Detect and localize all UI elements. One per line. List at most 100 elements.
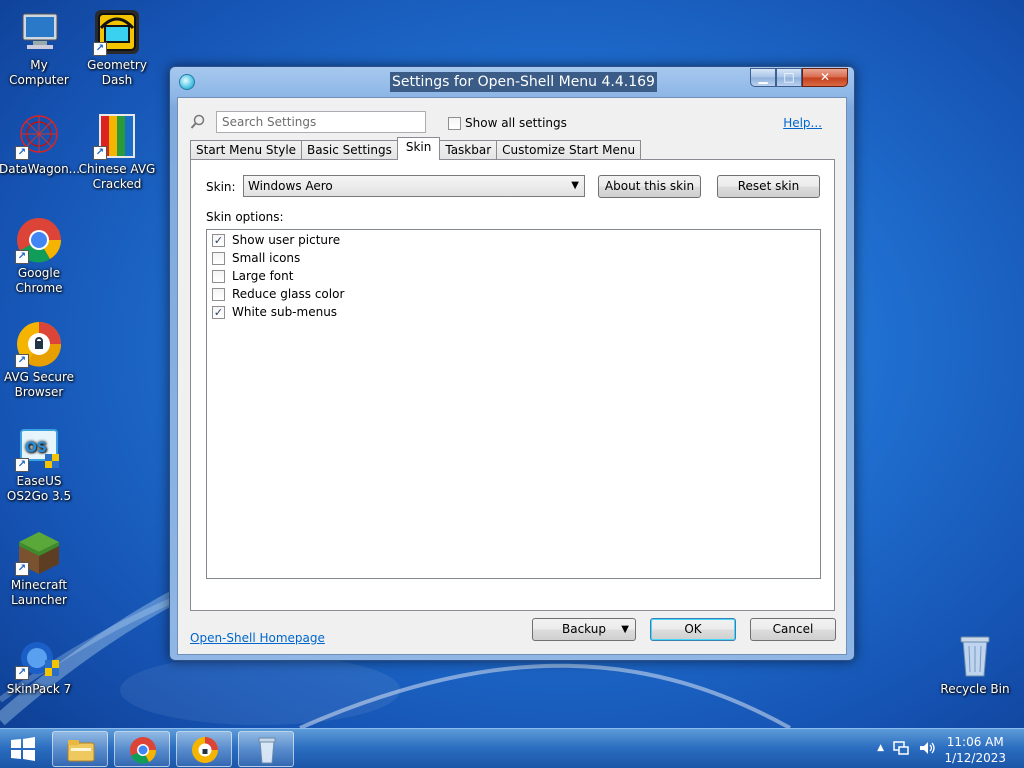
option-label: Show user picture: [232, 233, 341, 247]
maximize-button[interactable]: □: [776, 68, 802, 87]
shortcut-arrow-icon: ↗: [15, 354, 29, 368]
skin-dropdown[interactable]: Windows Aero ▼: [243, 175, 585, 197]
option-show-user-picture[interactable]: ✓ Show user picture: [212, 233, 340, 247]
reset-skin-button[interactable]: Reset skin: [717, 175, 820, 198]
option-label: Small icons: [232, 251, 301, 265]
avg-browser-icon: ↗: [15, 320, 63, 368]
desktop-icon-recycle-bin[interactable]: Recycle Bin: [935, 632, 1015, 697]
shortcut-arrow-icon: ↗: [93, 42, 107, 56]
volume-icon[interactable]: [918, 739, 936, 757]
tab-skin[interactable]: Skin: [396, 137, 441, 160]
skin-options-list: ✓ Show user picture Small icons Large fo…: [206, 229, 821, 579]
checkbox-checked[interactable]: ✓: [212, 305, 225, 319]
windows-start-icon[interactable]: [10, 737, 36, 761]
desktop-icon-label: Geometry Dash: [87, 58, 147, 87]
about-skin-button[interactable]: About this skin: [598, 175, 701, 198]
folder-icon: [67, 740, 95, 762]
close-button[interactable]: ✕: [802, 68, 848, 87]
minecraft-icon: ↗: [15, 528, 63, 576]
clock-date: 1/12/2023: [944, 751, 1006, 765]
chrome-icon: [130, 737, 157, 764]
option-small-icons[interactable]: Small icons: [212, 251, 300, 265]
desktop-icon-datawagon[interactable]: ↗ DataWagon...: [0, 112, 81, 177]
recycle-bin-icon: [951, 632, 999, 680]
shortcut-arrow-icon: ↗: [15, 562, 29, 576]
recycle-bin-icon: [258, 737, 276, 764]
datawagon-icon: ↗: [15, 112, 63, 160]
desktop-icon-my-computer[interactable]: My Computer: [0, 8, 79, 88]
show-hidden-icons-icon[interactable]: ▲: [877, 739, 884, 757]
search-input[interactable]: [216, 111, 426, 133]
tab-customize-start-menu[interactable]: Customize Start Menu: [496, 140, 642, 160]
desktop-icon-avg-secure-browser[interactable]: ↗ AVG Secure Browser: [0, 320, 79, 400]
open-shell-icon: [179, 74, 195, 90]
skin-options-label: Skin options:: [206, 210, 284, 224]
desktop-icon-label: Google Chrome: [15, 266, 63, 295]
desktop-icon-skinpack[interactable]: ↗ SkinPack 7: [0, 632, 79, 697]
shortcut-arrow-icon: ↗: [15, 250, 29, 264]
open-shell-homepage-link[interactable]: Open-Shell Homepage: [190, 631, 325, 645]
tab-start-menu-style[interactable]: Start Menu Style: [190, 140, 303, 160]
option-white-sub-menus[interactable]: ✓ White sub-menus: [212, 305, 337, 319]
checkbox-box[interactable]: [448, 116, 461, 130]
help-link[interactable]: Help...: [783, 116, 822, 130]
desktop-icon-google-chrome[interactable]: ↗ Google Chrome: [0, 216, 79, 296]
checkbox-box[interactable]: [212, 251, 225, 265]
desktop-icon-label: EaseUS OS2Go 3.5: [6, 474, 72, 503]
desktop-icon-chinese-avg[interactable]: ↗ Chinese AVG Cracked: [77, 112, 157, 192]
checkbox-box[interactable]: [212, 287, 225, 301]
checkbox-checked[interactable]: ✓: [212, 233, 225, 247]
taskbar-recycle-bin[interactable]: [238, 731, 294, 767]
desktop-icon-label: SkinPack 7: [6, 682, 72, 696]
show-all-settings-label: Show all settings: [465, 116, 567, 130]
skinpack-icon: ↗: [15, 632, 63, 680]
minimize-button[interactable]: ▁: [750, 68, 776, 87]
tab-taskbar[interactable]: Taskbar: [439, 140, 498, 160]
option-reduce-glass-color[interactable]: Reduce glass color: [212, 287, 344, 301]
taskbar-chrome[interactable]: [114, 731, 170, 767]
desktop-icon-easeus-os2go[interactable]: OS ↗ EaseUS OS2Go 3.5: [0, 424, 79, 504]
computer-icon: [15, 8, 63, 56]
desktop-icon-geometry-dash[interactable]: ↗ Geometry Dash: [77, 8, 157, 88]
ok-button[interactable]: OK: [650, 618, 736, 641]
svg-text:OS: OS: [25, 440, 47, 456]
desktop-icon-label: AVG Secure Browser: [3, 370, 75, 399]
option-label: Large font: [232, 269, 294, 283]
backup-button[interactable]: Backup ▼: [532, 618, 636, 641]
taskbar-file-explorer[interactable]: [52, 731, 108, 767]
geometry-dash-icon: ↗: [93, 8, 141, 56]
option-label: Reduce glass color: [232, 287, 345, 301]
cancel-button[interactable]: Cancel: [750, 618, 836, 641]
chrome-icon: ↗: [15, 216, 63, 264]
option-label: White sub-menus: [232, 305, 338, 319]
tab-basic-settings[interactable]: Basic Settings: [301, 140, 398, 160]
taskbar-avg-browser[interactable]: [176, 731, 232, 767]
dropdown-arrow-icon: ▼: [571, 180, 579, 191]
desktop-icon-label: Minecraft Launcher: [10, 578, 68, 607]
easeus-icon: OS ↗: [15, 424, 63, 472]
option-large-font[interactable]: Large font: [212, 269, 293, 283]
clock-time: 11:06 AM: [946, 735, 1004, 749]
network-icon[interactable]: [892, 739, 910, 757]
skin-dropdown-value: Windows Aero: [248, 179, 333, 193]
show-all-settings-checkbox[interactable]: Show all settings: [448, 116, 567, 130]
dropdown-arrow-icon: ▼: [621, 624, 629, 635]
taskbar: ▲ 11:06 AM 1/12/2023: [0, 728, 1024, 768]
backup-button-label: Backup: [562, 622, 606, 636]
desktop-icon-label: Recycle Bin: [940, 682, 1010, 696]
tab-strip: Start Menu Style Basic Settings Skin Tas…: [190, 137, 642, 160]
desktop-icon-label: Chinese AVG Cracked: [78, 162, 156, 191]
desktop-icon-label: DataWagon...: [0, 162, 81, 176]
title-bar[interactable]: Settings for Open-Shell Menu 4.4.169 ▁ □…: [170, 67, 854, 97]
shortcut-arrow-icon: ↗: [93, 146, 107, 160]
desktop-icon-minecraft-launcher[interactable]: ↗ Minecraft Launcher: [0, 528, 79, 608]
taskbar-clock[interactable]: 11:06 AM 1/12/2023: [944, 734, 1006, 766]
checkbox-box[interactable]: [212, 269, 225, 283]
system-tray: ▲: [877, 739, 936, 757]
skin-tab-panel: Skin: Windows Aero ▼ About this skin Res…: [190, 159, 835, 611]
settings-window: Settings for Open-Shell Menu 4.4.169 ▁ □…: [169, 66, 855, 661]
shortcut-arrow-icon: ↗: [15, 458, 29, 472]
search-icon: [190, 114, 205, 129]
shortcut-arrow-icon: ↗: [15, 146, 29, 160]
window-controls: ▁ □ ✕: [750, 68, 848, 87]
